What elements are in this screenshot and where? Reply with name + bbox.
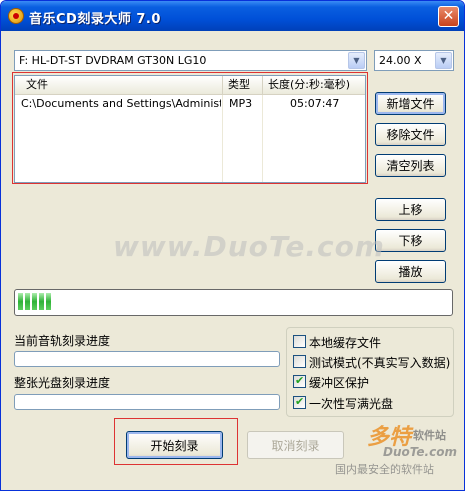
highlight-box: [12, 72, 368, 184]
drive-select[interactable]: F: HL-DT-ST DVDRAM GT30N LG10 ▼: [14, 50, 367, 71]
title-bar[interactable]: 音乐CD刻录大师 7.0 ✕: [1, 1, 464, 31]
move-up-button[interactable]: 上移: [375, 198, 446, 221]
close-button[interactable]: ✕: [438, 6, 459, 27]
watermark-text: www.DuoTe.com: [113, 230, 385, 263]
progress-block: [39, 293, 44, 310]
remove-file-button[interactable]: 移除文件: [375, 123, 446, 146]
play-button[interactable]: 播放: [375, 260, 446, 283]
option-label: 一次性写满光盘: [309, 397, 394, 411]
move-down-button[interactable]: 下移: [375, 229, 446, 252]
disc-progress-bar: [14, 394, 280, 410]
start-burn-button[interactable]: 开始刻录: [126, 431, 223, 459]
chevron-down-icon[interactable]: ▼: [435, 52, 452, 69]
speed-select[interactable]: 24.00 X ▼: [374, 50, 454, 71]
checkbox[interactable]: ✔: [293, 395, 306, 409]
option-label: 缓冲区保护: [309, 376, 370, 390]
option-label: 本地缓存文件: [309, 336, 382, 350]
progress-block: [32, 293, 37, 310]
checkbox[interactable]: [293, 335, 306, 348]
add-file-button[interactable]: 新增文件: [375, 92, 446, 115]
progress-block: [25, 293, 30, 310]
watermark-slogan: 国内最安全的软件站: [335, 463, 434, 476]
disc-progress-label: 整张光盘刻录进度: [14, 376, 111, 390]
app-window: 音乐CD刻录大师 7.0 ✕ F: HL-DT-ST DVDRAM GT30N …: [0, 0, 465, 491]
progress-block: [46, 293, 51, 310]
drive-select-value: F: HL-DT-ST DVDRAM GT30N LG10: [19, 54, 207, 67]
close-icon: ✕: [442, 8, 455, 24]
window-title: 音乐CD刻录大师 7.0: [29, 12, 161, 27]
check-icon: ✔: [295, 374, 305, 387]
check-icon: ✔: [295, 395, 305, 408]
track-progress-bar: [14, 351, 280, 367]
watermark-logo-suffix: 软件站: [413, 429, 446, 442]
cancel-burn-button[interactable]: 取消刻录: [247, 431, 344, 459]
buffer-progress-bar: [14, 289, 453, 316]
app-icon: [8, 8, 24, 24]
clear-list-button[interactable]: 清空列表: [375, 154, 446, 177]
progress-block: [18, 293, 23, 310]
chevron-down-icon[interactable]: ▼: [348, 52, 365, 69]
watermark-url: DuoTe.com: [383, 445, 457, 459]
option-label: 测试模式(不真实写入数据): [309, 356, 451, 370]
track-progress-label: 当前音轨刻录进度: [14, 334, 111, 348]
speed-select-value: 24.00 X: [379, 54, 422, 67]
checkbox[interactable]: ✔: [293, 374, 306, 388]
checkbox[interactable]: [293, 355, 306, 368]
